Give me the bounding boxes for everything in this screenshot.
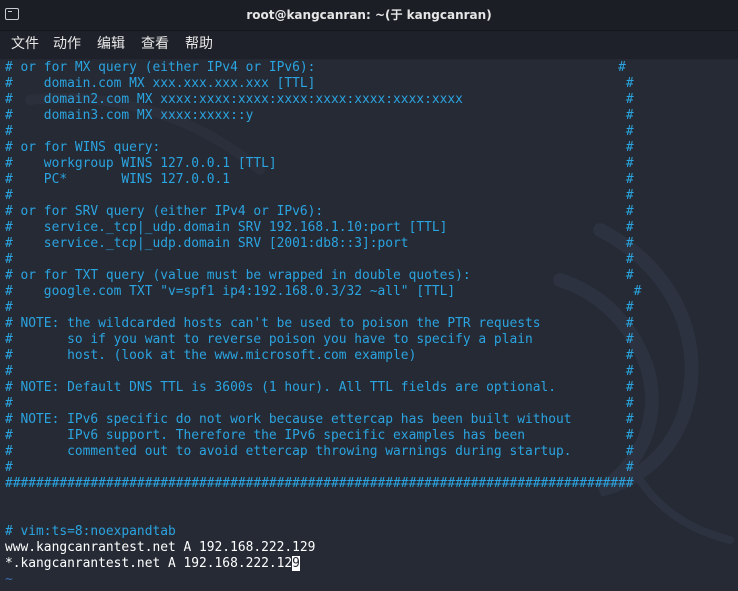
terminal-line: # # bbox=[5, 188, 634, 203]
terminal-line: # # bbox=[5, 396, 634, 411]
menu-bar: 文件 动作 编辑 查看 帮助 bbox=[0, 31, 738, 59]
terminal-line: # or for SRV query (either IPv4 or IPv6)… bbox=[5, 204, 634, 219]
menu-view[interactable]: 查看 bbox=[139, 31, 171, 59]
terminal-line: # host. (look at the www.microsoft.com e… bbox=[5, 348, 634, 363]
hosts-entry-www: www.kangcanrantest.net A 192.168.222.129 bbox=[5, 540, 316, 555]
text-cursor: 9 bbox=[292, 556, 300, 571]
terminal-line: # PC* WINS 127.0.0.1 # bbox=[5, 172, 634, 187]
terminal-line: # # bbox=[5, 124, 634, 139]
terminal-line: # service._tcp|_udp.domain SRV [2001:db8… bbox=[5, 236, 634, 251]
menu-file[interactable]: 文件 bbox=[9, 31, 41, 59]
terminal-line: # # bbox=[5, 300, 634, 315]
terminal-line: # domain.com MX xxx.xxx.xxx.xxx [TTL] # bbox=[5, 76, 634, 91]
terminal-line: # domain3.com MX xxxx:xxxx::y # bbox=[5, 108, 634, 123]
terminal-line: # # bbox=[5, 252, 634, 267]
title-bar[interactable]: root@kangcanran: ~(于 kangcanran) bbox=[0, 0, 738, 31]
menu-help[interactable]: 帮助 bbox=[183, 31, 215, 59]
terminal-line: # # bbox=[5, 364, 634, 379]
terminal-line: # # bbox=[5, 460, 634, 475]
terminal-line: # so if you want to reverse poison you h… bbox=[5, 332, 634, 347]
menu-action[interactable]: 动作 bbox=[51, 31, 83, 59]
vim-modeline: # vim:ts=8:noexpandtab bbox=[5, 524, 176, 539]
terminal-line: # NOTE: Default DNS TTL is 3600s (1 hour… bbox=[5, 380, 634, 395]
terminal-line: # google.com TXT "v=spf1 ip4:192.168.0.3… bbox=[5, 284, 642, 299]
window-title: root@kangcanran: ~(于 kangcanran) bbox=[246, 8, 492, 22]
terminal-line: # workgroup WINS 127.0.0.1 [TTL] # bbox=[5, 156, 634, 171]
terminal-line: # NOTE: the wildcarded hosts can't be us… bbox=[5, 316, 634, 331]
terminal-line: # service._tcp|_udp.domain SRV 192.168.1… bbox=[5, 220, 634, 235]
terminal-line: # IPv6 support. Therefore the IPv6 speci… bbox=[5, 428, 634, 443]
terminal-line: # commented out to avoid ettercap throwi… bbox=[5, 444, 634, 459]
terminal-line: # or for TXT query (value must be wrappe… bbox=[5, 268, 634, 283]
terminal-window: root@kangcanran: ~(于 kangcanran) 文件 动作 编… bbox=[0, 0, 738, 591]
terminal-line: # domain2.com MX xxxx:xxxx:xxxx:xxxx:xxx… bbox=[5, 92, 634, 107]
terminal-line: # or for WINS query: # bbox=[5, 140, 634, 155]
terminal-area[interactable]: # or for MX query (either IPv4 or IPv6):… bbox=[0, 60, 738, 591]
menu-edit[interactable]: 编辑 bbox=[95, 31, 127, 59]
hosts-entry-wildcard: *.kangcanrantest.net A 192.168.222.129 bbox=[5, 556, 300, 572]
terminal-line: # NOTE: IPv6 specific do not work becaus… bbox=[5, 412, 634, 427]
wildcard-entry-text: *.kangcanrantest.net A 192.168.222.12 bbox=[5, 556, 293, 571]
terminal-line: # or for MX query (either IPv4 or IPv6):… bbox=[5, 60, 626, 75]
vim-empty-line-tilde: ~ bbox=[5, 572, 13, 587]
terminal-separator-line: ########################################… bbox=[5, 476, 634, 491]
